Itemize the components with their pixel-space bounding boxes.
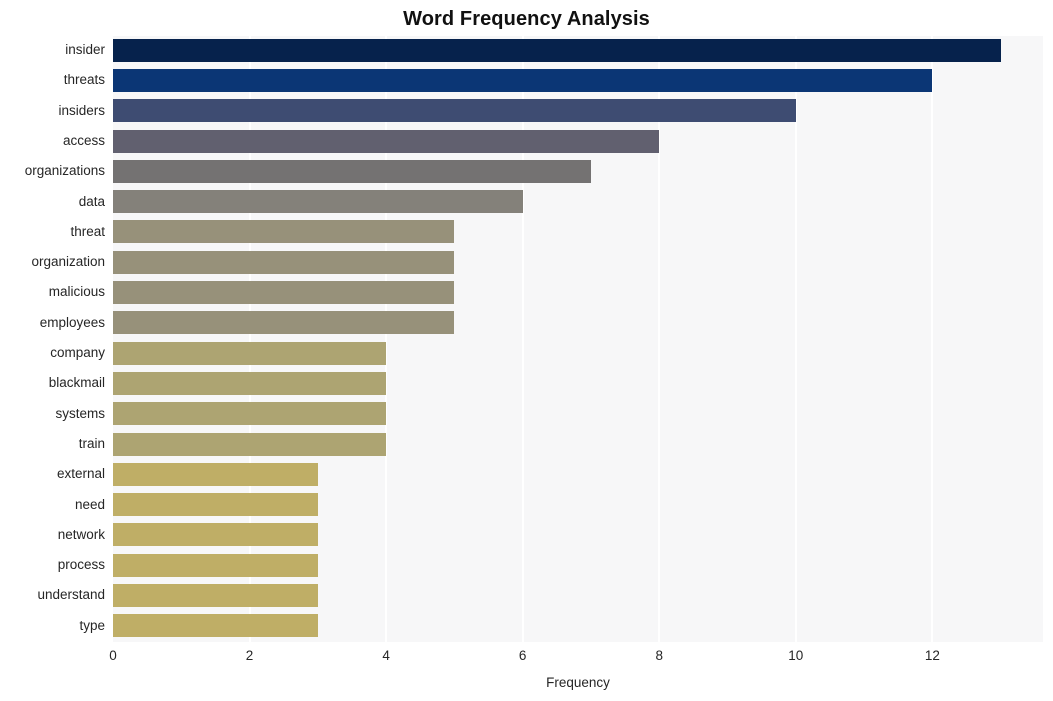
- y-tick-label-organizations: organizations: [24, 163, 105, 179]
- bar-understand: [113, 584, 318, 608]
- y-axis: insider threats insiders access organization…: [0, 36, 105, 642]
- x-axis-ticks: 0 2 4 6 8 10 12: [0, 646, 1053, 668]
- bar-row: [113, 491, 1043, 519]
- x-tick-label-6: 6: [518, 648, 527, 663]
- bar-row: [113, 97, 1043, 125]
- y-tick-label-insider: insider: [65, 42, 105, 57]
- y-tick-label-access: access: [62, 132, 105, 148]
- bar-process: [113, 553, 318, 577]
- y-tick-label-blackmail: blackmail: [48, 375, 105, 391]
- bar-organization: [113, 250, 455, 274]
- y-tick-label-process: process: [57, 557, 105, 573]
- bar-row: [113, 278, 1043, 306]
- x-tick-label-4: 4: [382, 648, 390, 663]
- chart-title: Word Frequency Analysis: [403, 8, 650, 30]
- bar-malicious: [113, 281, 455, 305]
- y-tick-label-network: network: [57, 526, 105, 542]
- y-tick-label-threat: threat: [70, 223, 105, 239]
- y-tick-label-systems: systems: [55, 405, 105, 421]
- bar-row: [113, 369, 1043, 397]
- x-tick-label-12: 12: [924, 648, 940, 663]
- y-tick-label-company: company: [50, 345, 105, 360]
- bar-blackmail: [113, 371, 387, 395]
- y-tick-label-train: train: [78, 435, 105, 451]
- bar-row: [113, 188, 1043, 216]
- bar-row: [113, 157, 1043, 185]
- y-tick-label-organization: organization: [31, 254, 105, 270]
- bar-company: [113, 341, 387, 365]
- bars-container: [113, 36, 1043, 642]
- bar-network: [113, 523, 318, 547]
- y-tick-label-need: need: [74, 496, 105, 512]
- bar-insider: [113, 38, 1001, 62]
- y-tick-label-understand: understand: [37, 587, 105, 603]
- bar-access: [113, 129, 660, 153]
- bar-row: [113, 400, 1043, 428]
- bar-threats: [113, 68, 933, 92]
- bar-row: [113, 309, 1043, 337]
- plot-area: [113, 36, 1043, 642]
- x-axis-title: Frequency: [546, 675, 610, 690]
- bar-employees: [113, 311, 455, 335]
- bar-row: [113, 339, 1043, 367]
- bar-row: [113, 551, 1043, 579]
- x-tick-label-10: 10: [788, 648, 804, 663]
- y-tick-label-insiders: insiders: [58, 102, 105, 118]
- x-tick-label-0: 0: [109, 648, 117, 663]
- bar-systems: [113, 402, 387, 426]
- y-tick-label-type: type: [79, 617, 105, 633]
- bar-row: [113, 460, 1043, 488]
- bar-organizations: [113, 159, 591, 183]
- bar-external: [113, 462, 318, 486]
- y-tick-label-employees: employees: [39, 314, 105, 330]
- bar-row: [113, 612, 1043, 640]
- x-tick-label-8: 8: [655, 648, 663, 663]
- y-tick-label-threats: threats: [63, 72, 105, 88]
- bar-train: [113, 432, 387, 456]
- bar-type: [113, 614, 318, 638]
- bar-row: [113, 218, 1043, 246]
- bar-need: [113, 493, 318, 517]
- word-frequency-bar-chart: Word Frequency Analysis insider threats in…: [0, 0, 1053, 701]
- bar-row: [113, 581, 1043, 609]
- bar-row: [113, 66, 1043, 94]
- bar-row: [113, 248, 1043, 276]
- bar-row: [113, 127, 1043, 155]
- bar-data: [113, 190, 523, 214]
- y-tick-label-external: external: [56, 466, 105, 482]
- bar-row: [113, 430, 1043, 458]
- bar-threat: [113, 220, 455, 244]
- bar-row: [113, 36, 1043, 64]
- y-tick-label-malicious: malicious: [48, 284, 105, 300]
- bar-insiders: [113, 99, 796, 123]
- y-tick-label-data: data: [78, 193, 105, 209]
- x-tick-label-2: 2: [245, 648, 254, 663]
- bar-row: [113, 521, 1043, 549]
